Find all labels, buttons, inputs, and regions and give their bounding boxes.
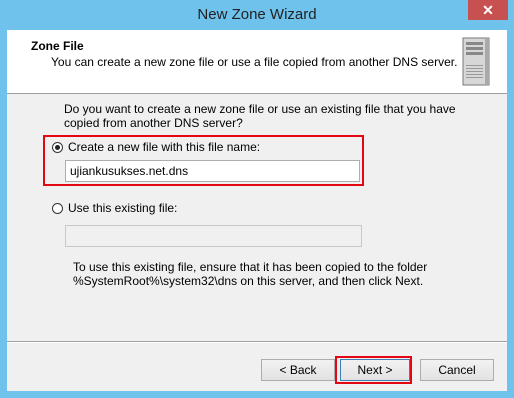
window-frame-right [507, 30, 514, 398]
window-title: New Zone Wizard [197, 6, 317, 23]
back-button[interactable]: < Back [261, 359, 335, 381]
page-title: Zone File [31, 39, 84, 53]
cancel-button[interactable]: Cancel [420, 359, 494, 381]
radio-create-new-button[interactable] [52, 141, 63, 153]
close-icon: ✕ [482, 2, 494, 18]
radio-use-existing-label: Use this existing file: [68, 201, 178, 215]
footer-separator-highlight [7, 342, 507, 343]
page-subtitle: You can create a new zone file or use a … [51, 55, 458, 69]
highlight-next [335, 356, 412, 384]
radio-use-existing[interactable]: Use this existing file: [52, 201, 177, 215]
question-text: Do you want to create a new zone file or… [64, 102, 456, 130]
radio-use-existing-button[interactable] [52, 202, 63, 214]
window-frame-bottom [0, 391, 514, 398]
existing-file-note: To use this existing file, ensure that i… [73, 260, 428, 288]
title-bar: New Zone Wizard ✕ [0, 0, 514, 30]
wizard-content: Do you want to create a new zone file or… [7, 94, 507, 338]
radio-create-new[interactable]: Create a new file with this file name: [52, 140, 260, 154]
server-icon [462, 37, 490, 86]
existing-file-input[interactable] [65, 225, 362, 247]
new-file-name-input[interactable]: ujiankusukses.net.dns [65, 160, 360, 182]
wizard-header: Zone File You can create a new zone file… [7, 30, 507, 94]
radio-create-new-label: Create a new file with this file name: [68, 140, 261, 154]
close-button[interactable]: ✕ [468, 0, 508, 20]
window-frame-left [0, 30, 7, 398]
